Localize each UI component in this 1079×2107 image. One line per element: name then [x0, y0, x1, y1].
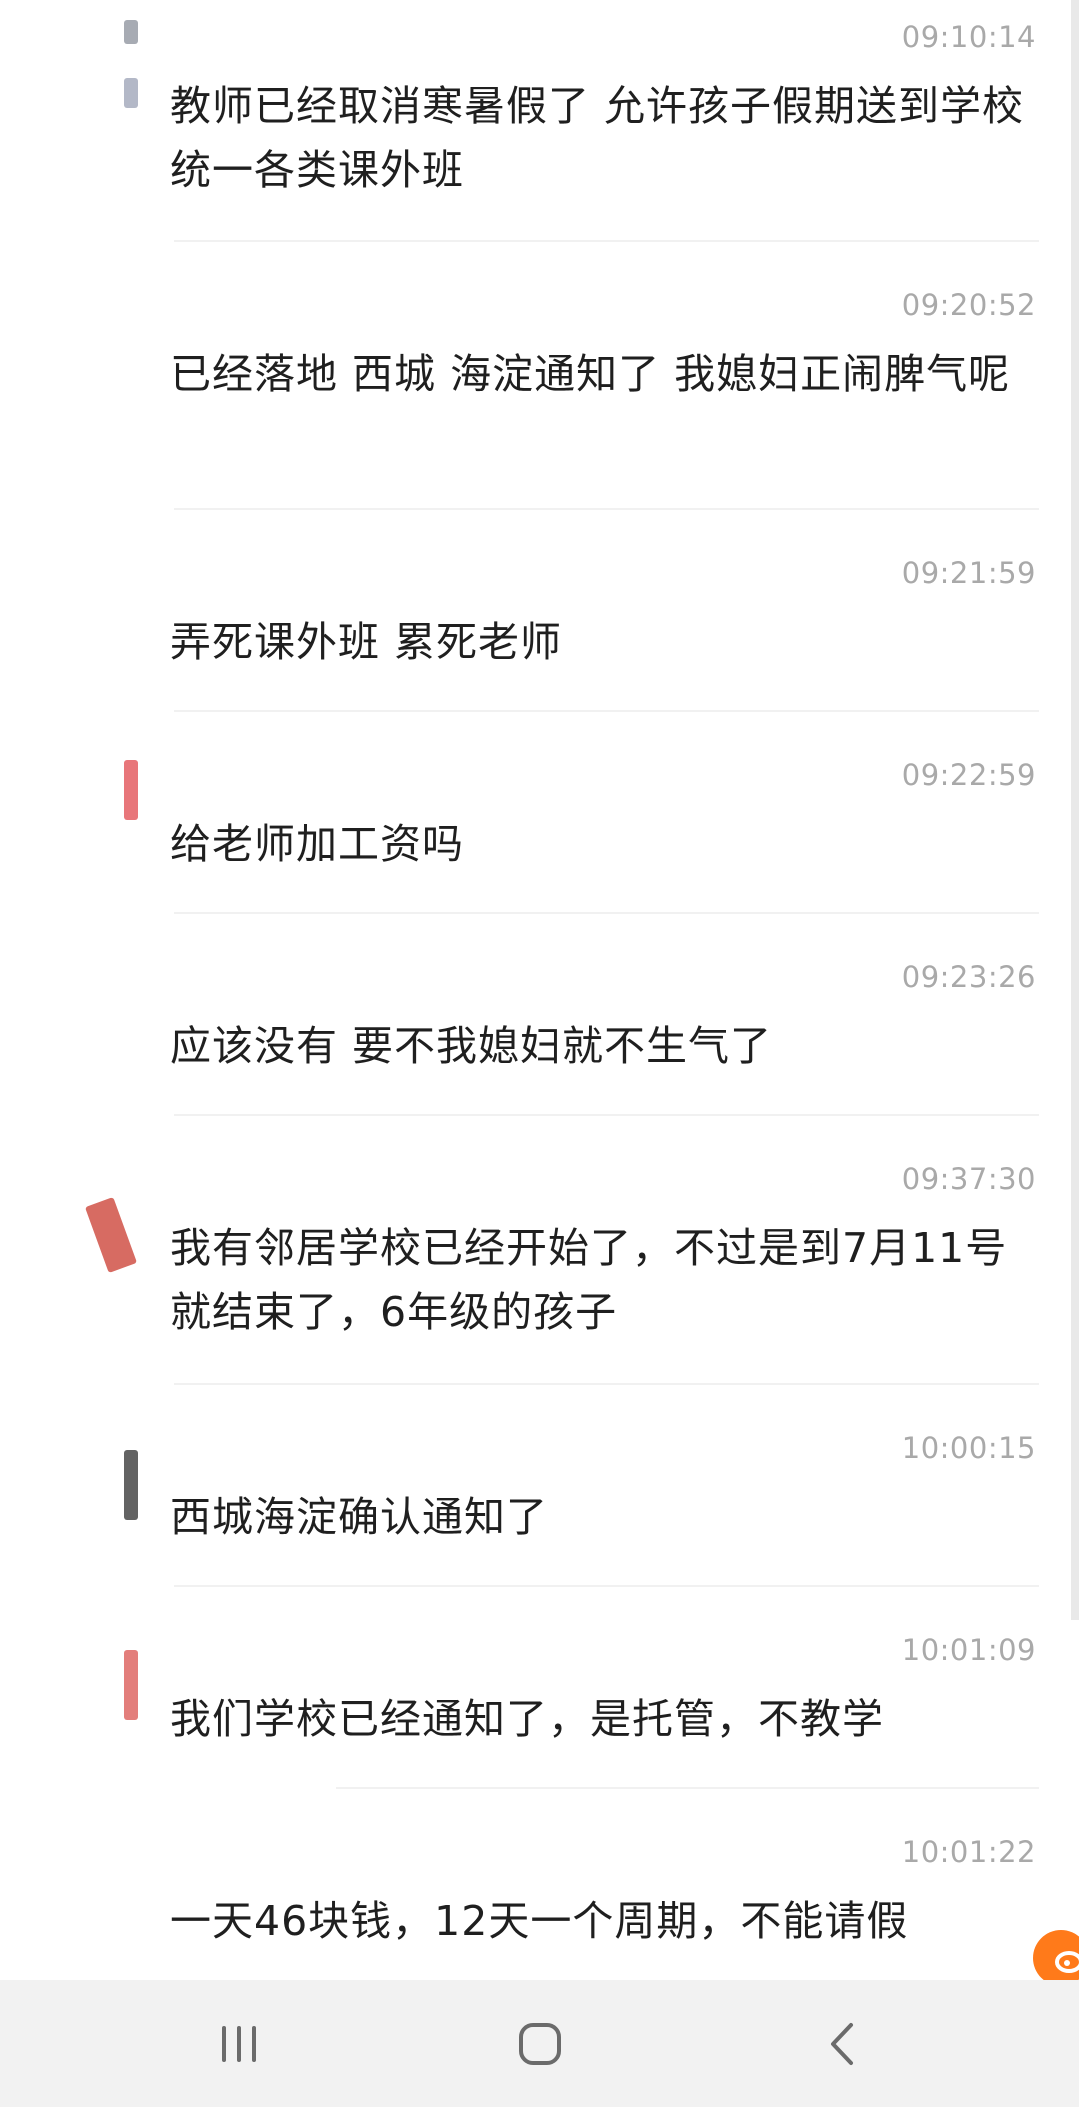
divider — [174, 508, 1039, 510]
comment-text: 一天46块钱，12天一个周期，不能请假 — [170, 1897, 909, 1945]
comment-text: 西城海淀确认通知了 — [170, 1493, 548, 1541]
comment-time: 09:10:14 — [901, 20, 1036, 54]
comment-text: 给老师加工资吗 — [170, 820, 464, 868]
scrollbar[interactable] — [1071, 0, 1079, 1620]
comment-time: 09:20:52 — [901, 288, 1036, 322]
back-icon — [831, 2022, 853, 2065]
comment-time: 09:21:59 — [901, 556, 1036, 590]
comment-text: 教师已经取消寒暑假了 允许孩子假期送到学校统一各类课外班 — [170, 82, 1025, 194]
comment-text: 我有邻居学校已经开始了，不过是到7月11号就结束了，6年级的孩子 — [170, 1224, 1008, 1336]
comment-time: 09:23:26 — [901, 960, 1036, 994]
divider — [174, 710, 1039, 712]
back-button[interactable] — [782, 1980, 902, 2107]
avatar[interactable] — [124, 760, 138, 820]
home-button[interactable] — [480, 1980, 600, 2107]
comment-time: 09:22:59 — [901, 758, 1036, 792]
avatar[interactable] — [124, 20, 138, 44]
comment-time: 10:01:22 — [901, 1835, 1036, 1869]
navigation-bar — [0, 1980, 1079, 2107]
home-icon — [519, 2022, 561, 2065]
avatar[interactable] — [84, 1196, 138, 1274]
comment-time: 10:01:09 — [901, 1633, 1036, 1667]
divider — [174, 240, 1039, 242]
avatar[interactable] — [124, 78, 138, 108]
comment-time: 09:37:30 — [901, 1162, 1036, 1196]
recent-apps-icon — [222, 2025, 256, 2062]
screen: 09:10:14 教师已经取消寒暑假了 允许孩子假期送到学校统一各类课外班 09… — [0, 0, 1079, 2107]
divider — [174, 1585, 1039, 1587]
recent-apps-button[interactable] — [179, 1980, 299, 2107]
avatar[interactable] — [124, 1650, 138, 1720]
weibo-glyph — [1055, 1951, 1079, 1973]
comment-text: 应该没有 要不我媳妇就不生气了 — [170, 1022, 773, 1070]
comment-time: 10:00:15 — [901, 1431, 1036, 1465]
weibo-icon[interactable] — [1033, 1930, 1079, 1986]
divider — [174, 912, 1039, 914]
comment-text: 弄死课外班 累死老师 — [170, 618, 563, 666]
divider — [174, 1383, 1039, 1385]
divider — [174, 1114, 1039, 1116]
comment-text: 已经落地 西城 海淀通知了 我媳妇正闹脾气呢 — [170, 350, 1011, 398]
divider — [336, 1787, 1039, 1789]
comment-text: 我们学校已经通知了，是托管，不教学 — [170, 1695, 884, 1743]
avatar[interactable] — [124, 1450, 138, 1520]
